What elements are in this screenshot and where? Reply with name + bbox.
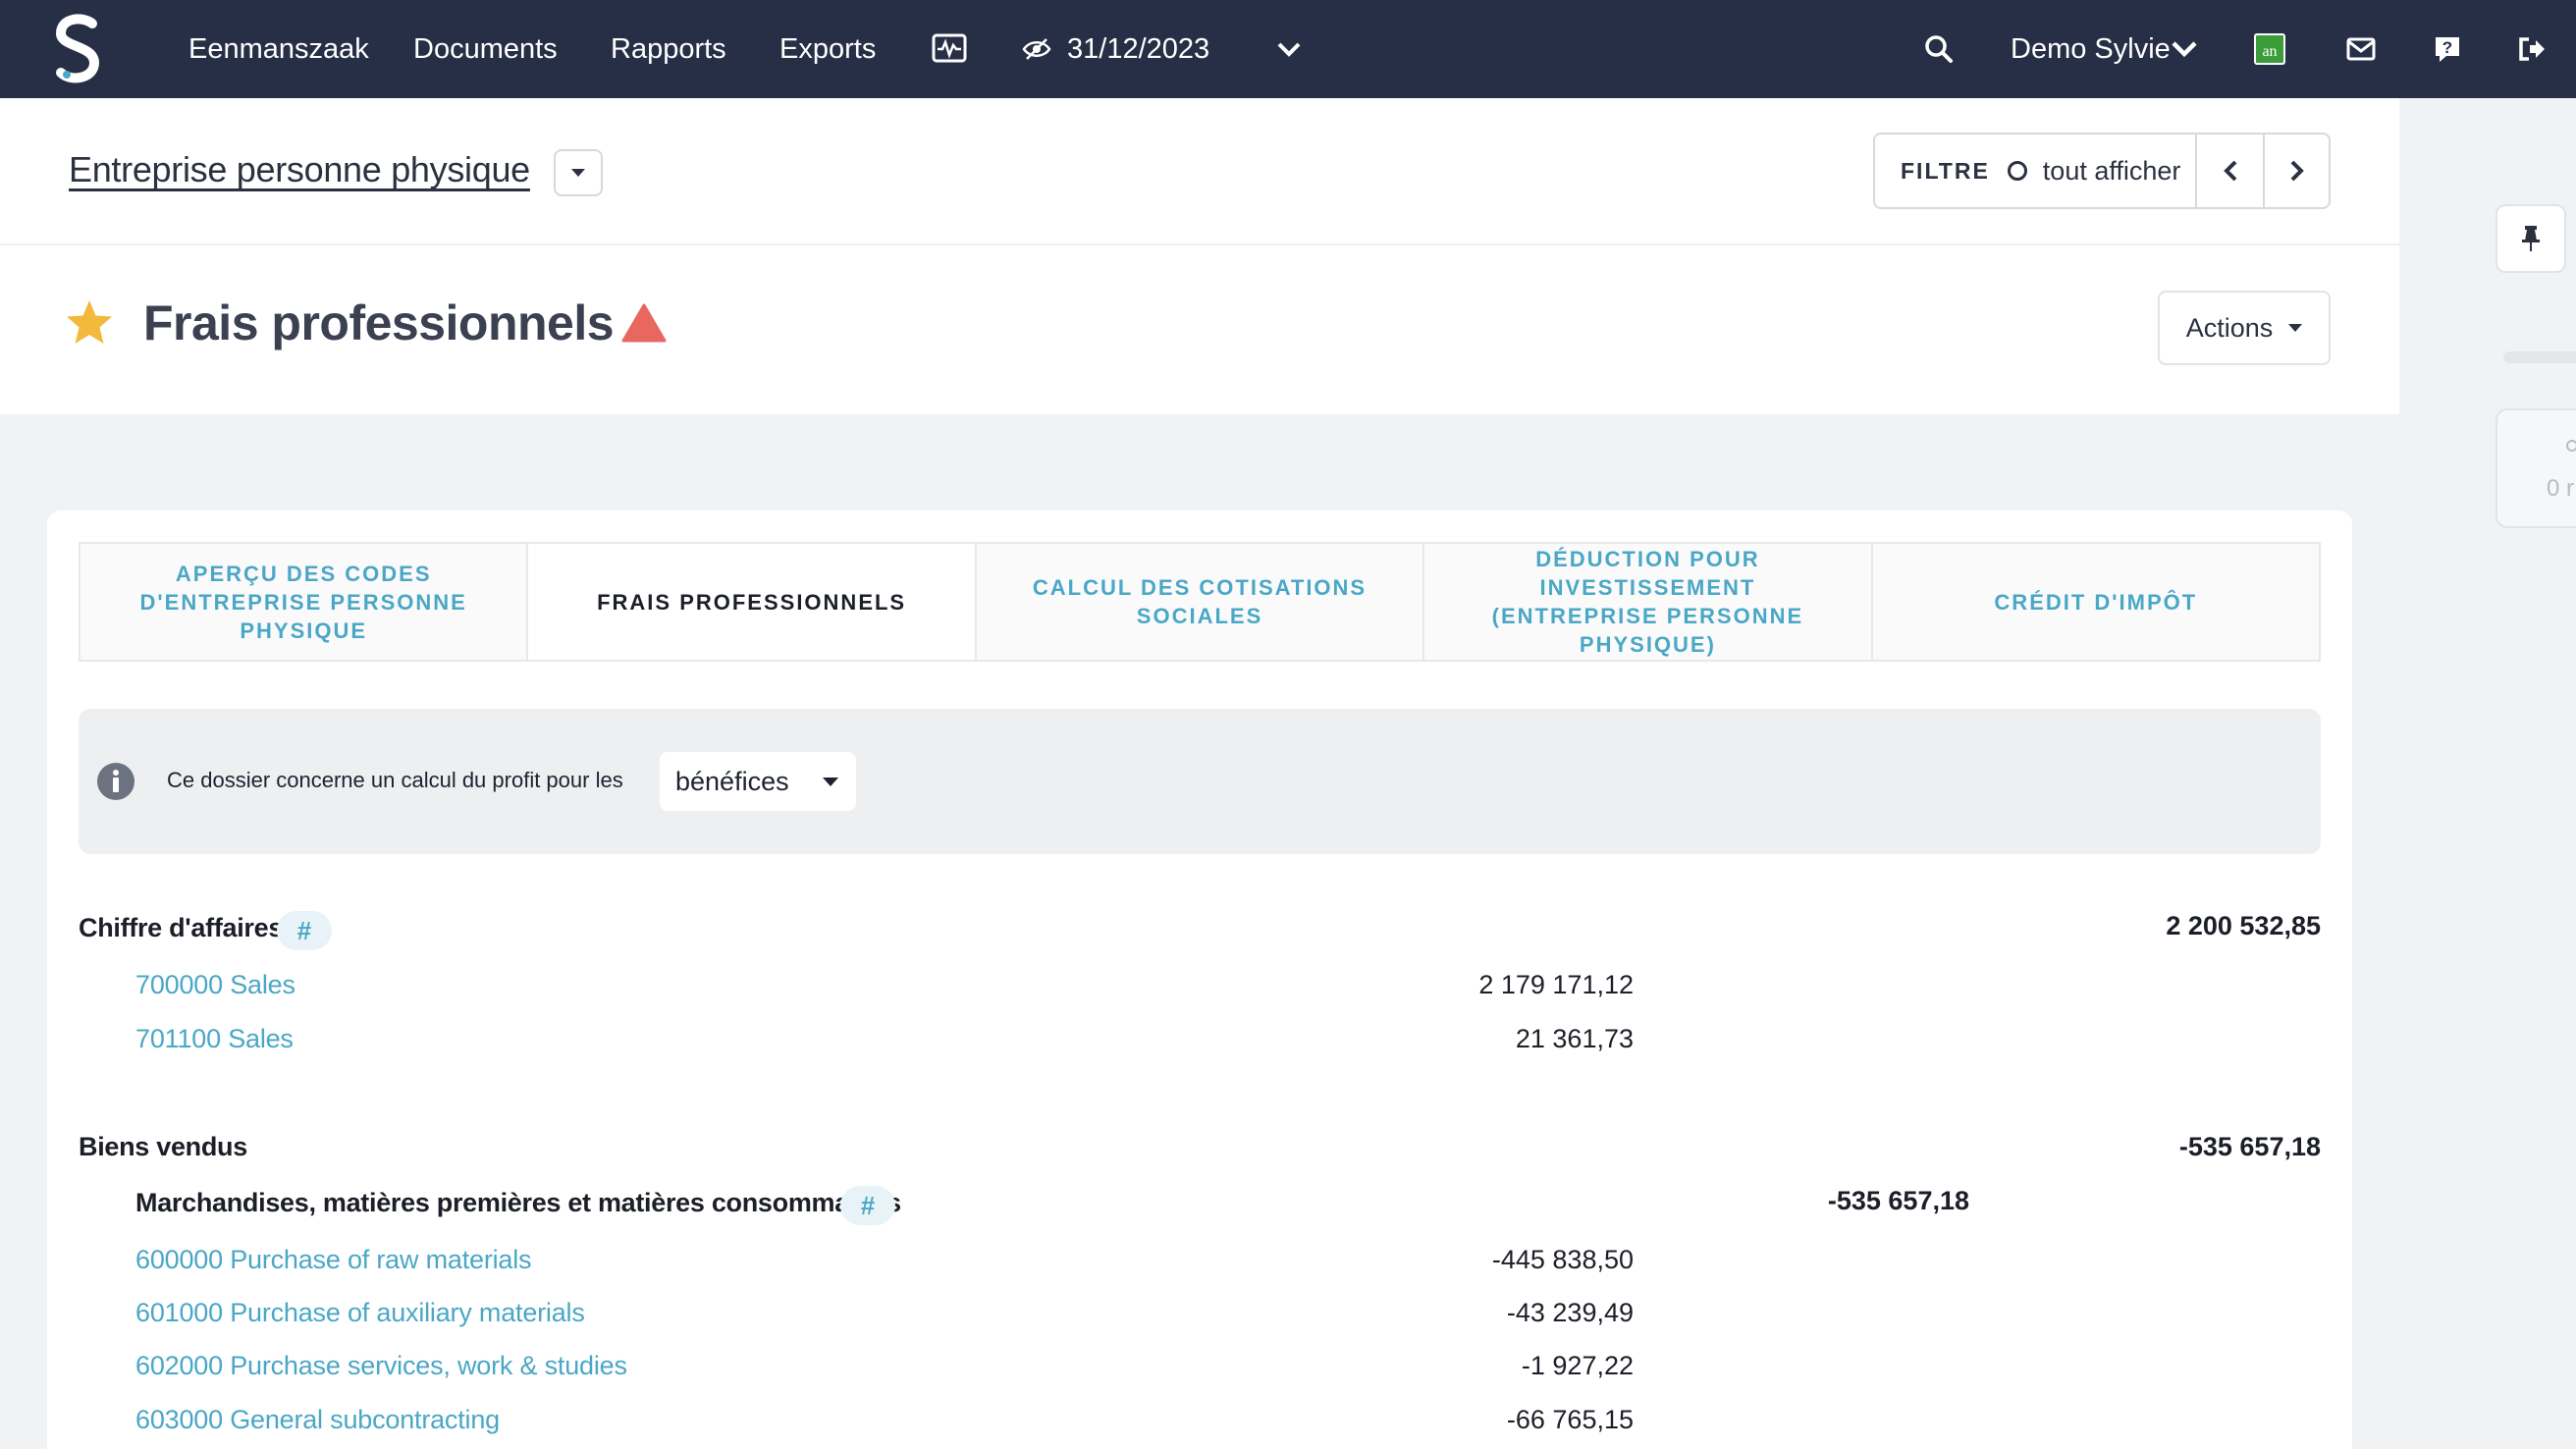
account-link[interactable]: 701100 Sales: [135, 1024, 294, 1054]
nav-link-documents[interactable]: Documents: [413, 0, 558, 98]
user-chevron-down-icon[interactable]: [2170, 0, 2199, 98]
side-card[interactable]: 0 r: [2496, 408, 2576, 528]
section-total-revenue: 2 200 532,85: [2166, 911, 2321, 940]
nav-link-eenmanszaak[interactable]: Eenmanszaak: [188, 0, 369, 98]
tab-credit-impot[interactable]: CRÉDIT D'IMPÔT: [1873, 544, 2319, 660]
filter-label: FILTRE: [1901, 157, 1990, 184]
account-link[interactable]: 603000 General subcontracting: [135, 1405, 500, 1435]
activity-monitor-icon[interactable]: [931, 0, 968, 98]
chevron-right-icon: [2290, 160, 2304, 182]
subsection-total-goods: -535 657,18: [1827, 1186, 1969, 1215]
nav-link-exports[interactable]: Exports: [779, 0, 876, 98]
caret-down-icon: [823, 778, 838, 786]
app-badge-icon[interactable]: an: [2253, 0, 2286, 98]
user-menu[interactable]: Demo Sylvie: [2011, 0, 2171, 98]
account-amount: -66 765,15: [1506, 1405, 1634, 1434]
subsection-label-goods: Marchandises, matières premières et mati…: [135, 1188, 901, 1217]
caret-down-icon: [2288, 324, 2303, 332]
section-label-revenue: Chiffre d'affaires: [79, 913, 284, 942]
period-date[interactable]: 31/12/2023: [1067, 0, 1209, 98]
filter-prev-button[interactable]: [2197, 134, 2263, 207]
circle-icon: [2007, 161, 2027, 181]
account-amount: -43 239,49: [1506, 1298, 1634, 1327]
info-text: Ce dossier concerne un calcul du profit …: [167, 768, 623, 792]
entity-title-link[interactable]: Entreprise personne physique: [69, 149, 530, 190]
page-title-group: Frais professionnels: [65, 295, 667, 351]
top-navbar: Eenmanszaak Documents Rapports Exports 3…: [0, 0, 2576, 98]
actions-button[interactable]: Actions: [2158, 291, 2331, 365]
tab-deduction-investissement[interactable]: DÉDUCTION POUR INVESTISSEMENT (ENTREPRIS…: [1424, 544, 1873, 660]
content-card: APERÇU DES CODES D'ENTREPRISE PERSONNE P…: [47, 510, 2352, 1449]
page-content: Entreprise personne physique FILTRE tout…: [0, 98, 2399, 1449]
select-value: bénéfices: [675, 766, 789, 796]
right-side-panel: 0 r: [2399, 98, 2576, 1449]
filter-next-button[interactable]: [2263, 134, 2329, 207]
profit-type-select[interactable]: bénéfices: [660, 752, 856, 811]
hash-tag-revenue[interactable]: #: [277, 911, 332, 950]
account-amount: 21 361,73: [1515, 1024, 1634, 1053]
hash-tag-goods[interactable]: #: [840, 1186, 895, 1225]
page-header: Entreprise personne physique FILTRE tout…: [0, 98, 2399, 414]
status-dot-icon: [2566, 440, 2576, 452]
help-icon[interactable]: ?: [2431, 0, 2464, 98]
filter-value: tout afficher: [2042, 155, 2181, 186]
tab-apercu-codes[interactable]: APERÇU DES CODES D'ENTREPRISE PERSONNE P…: [80, 544, 529, 660]
warning-icon: [621, 303, 667, 343]
chevron-left-icon: [2223, 160, 2236, 182]
header-divider: [0, 243, 2399, 245]
account-link[interactable]: 602000 Purchase services, work & studies: [135, 1351, 627, 1381]
actions-label: Actions: [2185, 312, 2274, 343]
mail-icon[interactable]: [2344, 0, 2378, 98]
filter-toggle[interactable]: FILTRE tout afficher: [1875, 134, 2197, 207]
tab-bar: APERÇU DES CODES D'ENTREPRISE PERSONNE P…: [79, 542, 2321, 662]
section-total-goods: -535 657,18: [2178, 1132, 2321, 1161]
tab-calcul-cotisations[interactable]: CALCUL DES COTISATIONS SOCIALES: [977, 544, 1425, 660]
caret-down-icon: [571, 169, 585, 177]
side-card-text: 0 r: [2547, 475, 2575, 502]
side-divider: [2503, 351, 2576, 363]
filter-control: FILTRE tout afficher: [1873, 133, 2331, 209]
search-icon[interactable]: [1922, 0, 1956, 98]
account-amount: -445 838,50: [1491, 1245, 1634, 1274]
section-label-goods: Biens vendus: [79, 1132, 247, 1161]
logout-icon[interactable]: [2515, 0, 2549, 98]
account-amount: -1 927,22: [1521, 1351, 1634, 1380]
star-icon[interactable]: [65, 298, 114, 348]
account-link[interactable]: 700000 Sales: [135, 970, 295, 1000]
pin-icon: [2522, 226, 2540, 251]
svg-text:?: ?: [2442, 38, 2452, 57]
eye-slash-icon[interactable]: [1021, 0, 1052, 98]
entity-dropdown-button[interactable]: [554, 149, 603, 196]
info-panel: Ce dossier concerne un calcul du profit …: [79, 709, 2321, 854]
pin-button[interactable]: [2496, 204, 2566, 273]
account-link[interactable]: 600000 Purchase of raw materials: [135, 1245, 532, 1275]
app-badge-text: an: [2254, 33, 2285, 65]
logo-icon[interactable]: [53, 14, 104, 84]
nav-link-rapports[interactable]: Rapports: [611, 0, 726, 98]
tab-frais-professionnels[interactable]: FRAIS PROFESSIONNELS: [528, 544, 977, 660]
account-amount: 2 179 171,12: [1478, 970, 1634, 999]
page-title: Frais professionnels: [143, 295, 615, 350]
chevron-down-icon[interactable]: [1272, 0, 1306, 98]
info-icon: [97, 763, 134, 800]
account-link[interactable]: 601000 Purchase of auxiliary materials: [135, 1298, 585, 1328]
